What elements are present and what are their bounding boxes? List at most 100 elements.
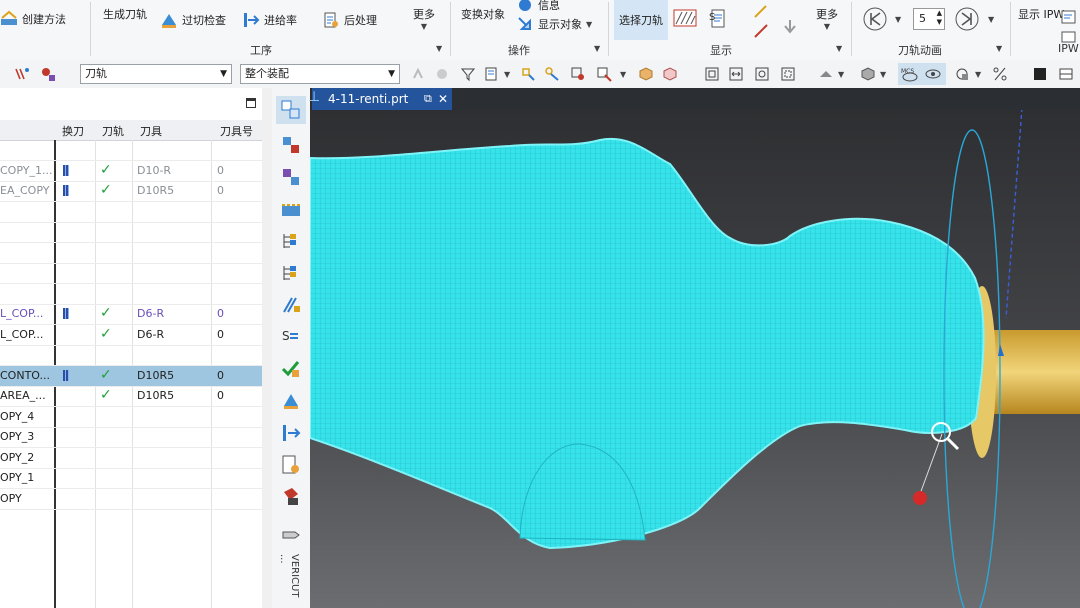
vericut-icon[interactable] bbox=[280, 524, 302, 546]
layer-settings-icon[interactable] bbox=[704, 66, 720, 82]
chevron-down-icon[interactable]: ▼ bbox=[988, 15, 994, 24]
gouge-check-icon[interactable] bbox=[280, 390, 302, 412]
column-header-tool-number[interactable]: 刀具号 bbox=[220, 123, 253, 139]
table-row[interactable]: OPY_1 bbox=[0, 468, 262, 489]
table-row[interactable]: OPY bbox=[0, 489, 262, 510]
display-more-button[interactable]: 更多 ▼ bbox=[816, 6, 838, 31]
type-filter-icon[interactable] bbox=[484, 66, 500, 82]
table-row[interactable] bbox=[0, 202, 262, 223]
table-row[interactable]: L_COP... ✓ D6-R 0 bbox=[0, 304, 262, 325]
move-down-button[interactable] bbox=[781, 18, 799, 36]
chevron-down-icon[interactable]: ▼ bbox=[838, 70, 844, 79]
machine-tool-view-icon[interactable] bbox=[280, 166, 302, 188]
close-icon[interactable]: ✕ bbox=[438, 88, 448, 110]
group-expand-icon[interactable]: ▼ bbox=[594, 44, 600, 53]
snap-disabled-icon[interactable] bbox=[434, 66, 450, 82]
chevron-down-icon[interactable]: ▼ bbox=[504, 70, 510, 79]
gouge-check-button[interactable]: 过切检查 bbox=[160, 11, 226, 29]
shop-doc-icon[interactable] bbox=[280, 486, 302, 508]
solid-body-icon[interactable] bbox=[638, 66, 654, 82]
background-color-icon[interactable] bbox=[1032, 66, 1048, 82]
selection-scope-select[interactable]: 整个装配 ▼ bbox=[240, 64, 400, 84]
percent-cut-icon[interactable] bbox=[992, 66, 1008, 82]
step-forward-icon[interactable] bbox=[954, 6, 980, 32]
rotate-view-icon[interactable] bbox=[754, 66, 770, 82]
generate-toolpath-button[interactable]: 生成刀轨 bbox=[103, 6, 147, 22]
chevron-down-icon[interactable]: ▼ bbox=[895, 15, 901, 24]
ipw-snapshot-icon[interactable] bbox=[1060, 8, 1078, 26]
snap-disabled-icon[interactable] bbox=[410, 66, 426, 82]
maximize-icon[interactable] bbox=[246, 98, 256, 108]
fit-width-icon[interactable] bbox=[728, 66, 744, 82]
table-row[interactable] bbox=[0, 140, 262, 161]
document-tab[interactable]: ⊥ 4-11-renti.prt ⧉ ✕ bbox=[308, 88, 452, 110]
table-row[interactable] bbox=[0, 263, 262, 284]
table-row[interactable] bbox=[0, 243, 262, 264]
select-feature-icon[interactable] bbox=[520, 66, 536, 82]
shaded-edges-icon[interactable] bbox=[818, 66, 834, 82]
sheet-body-icon[interactable] bbox=[662, 66, 678, 82]
toolpath-display-button[interactable] bbox=[672, 4, 698, 30]
group-expand-icon[interactable]: ▼ bbox=[996, 44, 1002, 53]
animation-speed-field[interactable]: 5 ▲ ▼ bbox=[913, 8, 945, 30]
method-view-icon[interactable] bbox=[280, 198, 302, 220]
group-expand-icon[interactable]: ▼ bbox=[836, 44, 842, 53]
table-row[interactable]: COPY_1... ✓ D10-R 0 bbox=[0, 161, 262, 182]
type-filter-select[interactable]: 刀轨 ▼ bbox=[80, 64, 232, 84]
create-method-button[interactable]: 创建方法 bbox=[0, 10, 66, 28]
geometry-view-icon[interactable] bbox=[280, 134, 302, 156]
program-order-icon[interactable] bbox=[280, 230, 302, 252]
column-header-tool-change[interactable]: 换刀 bbox=[62, 123, 84, 139]
vertical-scrollbar[interactable] bbox=[262, 88, 272, 608]
table-row[interactable]: OPY_4 bbox=[0, 407, 262, 428]
toolpath-filter-icon[interactable] bbox=[14, 66, 30, 82]
table-row[interactable]: AREA_... ✓ D10R5 0 bbox=[0, 386, 262, 407]
handle-point[interactable] bbox=[913, 491, 927, 505]
column-header-tool[interactable]: 刀具 bbox=[140, 123, 162, 139]
spin-arrows-icon[interactable]: ▲ ▼ bbox=[937, 9, 942, 27]
postprocess-button[interactable]: 后处理 bbox=[322, 11, 377, 29]
select-point-icon[interactable] bbox=[570, 66, 586, 82]
table-row[interactable]: L_COP... ✓ D6-R 0 bbox=[0, 325, 262, 346]
chevron-down-icon[interactable]: ▼ bbox=[880, 70, 886, 79]
postprocessor-icon[interactable]: S bbox=[280, 326, 302, 348]
table-row[interactable] bbox=[0, 284, 262, 305]
table-row[interactable]: EA_COPY ✓ D10R5 0 bbox=[0, 181, 262, 202]
hidden-layers-icon[interactable] bbox=[1058, 66, 1074, 82]
resource-tab-active[interactable] bbox=[276, 96, 306, 124]
feed-rate-button[interactable]: 进给率 bbox=[242, 11, 297, 29]
nc-output-icon[interactable] bbox=[280, 454, 302, 476]
render-style-icon[interactable] bbox=[860, 66, 876, 82]
group-expand-icon[interactable]: ▼ bbox=[436, 44, 442, 53]
table-row[interactable]: OPY_3 bbox=[0, 427, 262, 448]
column-header-toolpath[interactable]: 刀轨 bbox=[102, 123, 124, 139]
table-row[interactable] bbox=[0, 345, 262, 366]
select-face-icon[interactable] bbox=[596, 66, 612, 82]
feed-speed-icon[interactable] bbox=[280, 422, 302, 444]
vericut-label[interactable]: VERICUT ... bbox=[278, 554, 300, 608]
verify-toolpath-icon[interactable] bbox=[280, 358, 302, 380]
display-object-button[interactable]: 显示对象 ▼ bbox=[516, 15, 592, 33]
info-button[interactable]: 信息 bbox=[516, 0, 560, 14]
pen-tool-button[interactable] bbox=[752, 2, 770, 20]
tool-filter-icon[interactable] bbox=[40, 66, 56, 82]
document-display-button[interactable]: S bbox=[708, 8, 730, 30]
table-row[interactable]: OPY_2 bbox=[0, 448, 262, 469]
toolpath-list-icon[interactable] bbox=[280, 294, 302, 316]
mcs-display-toggle[interactable]: MCS bbox=[898, 63, 946, 85]
show-hide-icon[interactable] bbox=[954, 66, 970, 82]
select-body-icon[interactable] bbox=[544, 66, 560, 82]
table-row[interactable] bbox=[0, 222, 262, 243]
select-toolpath-button[interactable]: 选择刀轨 bbox=[614, 0, 668, 40]
table-row[interactable]: CONTO... ✓ D10R5 0 bbox=[0, 365, 262, 387]
process-more-button[interactable]: 更多 ▼ bbox=[413, 6, 435, 31]
step-back-icon[interactable] bbox=[862, 6, 888, 32]
transform-object-button[interactable]: 变换对象 bbox=[461, 6, 505, 22]
chevron-down-icon[interactable]: ▼ bbox=[620, 70, 626, 79]
toolpath-body[interactable] bbox=[310, 137, 985, 550]
chevron-down-icon[interactable]: ▼ bbox=[975, 70, 981, 79]
fixture-cylinder[interactable] bbox=[968, 286, 1080, 458]
line-tool-button[interactable] bbox=[752, 22, 770, 40]
filter-funnel-icon[interactable] bbox=[460, 66, 476, 82]
zoom-fit-icon[interactable] bbox=[780, 66, 796, 82]
